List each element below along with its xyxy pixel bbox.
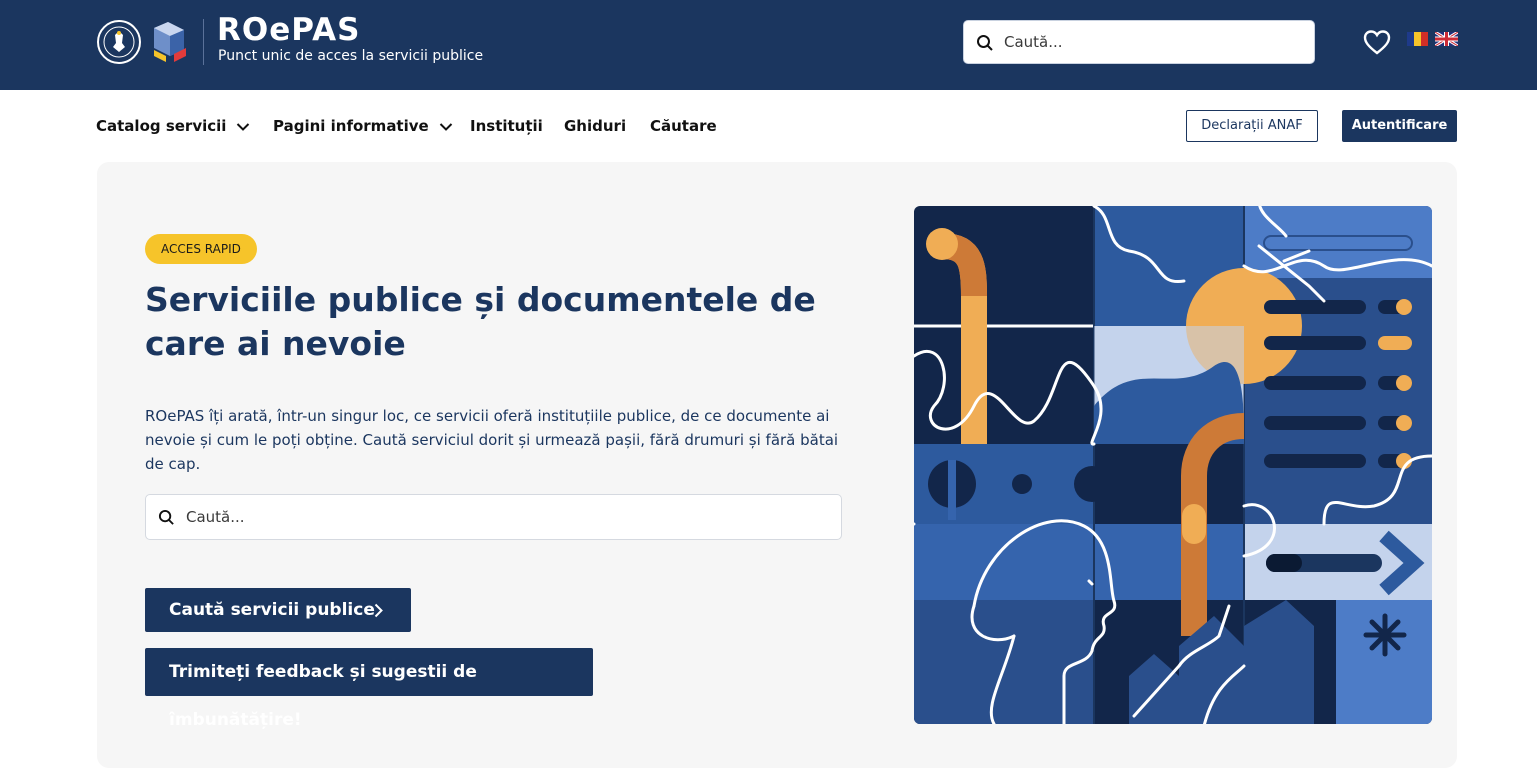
chevron-right-icon: [374, 603, 383, 618]
uk-flag-icon[interactable]: [1435, 32, 1458, 46]
roepas-mark-logo[interactable]: [150, 20, 188, 64]
brand-subtitle: Punct unic de acces la servicii publice: [218, 48, 484, 64]
hero-section: ACCES RAPID Serviciile publice și docume…: [97, 162, 1457, 768]
nav-item-ghiduri[interactable]: Ghiduri: [564, 116, 626, 136]
hero-search-input[interactable]: Caută...: [145, 494, 842, 540]
nav-item-label: Catalog servicii: [96, 117, 227, 135]
government-seal-logo[interactable]: [96, 19, 142, 65]
site-header: ROePAS Punct unic de acces la servicii p…: [0, 0, 1537, 90]
heart-icon[interactable]: [1362, 28, 1392, 56]
login-button[interactable]: Autentificare: [1342, 110, 1457, 142]
chevron-down-icon: [237, 122, 250, 131]
search-services-button[interactable]: Caută servicii publice: [145, 588, 411, 632]
hero-search-placeholder: Caută...: [186, 508, 245, 526]
search-services-label: Caută servicii publice: [169, 600, 375, 620]
anaf-declarations-button[interactable]: Declarații ANAF: [1186, 110, 1318, 142]
header-search-placeholder: Caută...: [1004, 33, 1063, 51]
hero-description: ROePAS îți arată, într-un singur loc, ce…: [145, 407, 839, 473]
nav-item-label: Pagini informative: [273, 117, 429, 135]
nav-item-pagini[interactable]: Pagini informative: [273, 116, 453, 136]
brand-title[interactable]: ROePAS: [217, 13, 360, 47]
nav-item-institutii[interactable]: Instituții: [470, 116, 543, 136]
main-navigation: Catalog servicii Pagini informative Inst…: [0, 90, 1537, 162]
chevron-down-icon: [439, 122, 452, 131]
quick-access-badge: ACCES RAPID: [145, 234, 257, 264]
search-icon: [158, 509, 174, 525]
romanian-flag-icon[interactable]: [1407, 32, 1428, 46]
nav-item-catalog[interactable]: Catalog servicii: [96, 116, 250, 136]
brand-divider: [203, 19, 204, 65]
hero-illustration: [914, 206, 1432, 724]
search-icon: [977, 35, 993, 51]
header-search-input[interactable]: Caută...: [963, 20, 1315, 64]
feedback-button[interactable]: Trimiteți feedback și sugestii de îmbună…: [145, 648, 593, 730]
hero-title: Serviciile publice și documentele de car…: [145, 280, 816, 363]
nav-item-cautare[interactable]: Căutare: [650, 116, 717, 136]
